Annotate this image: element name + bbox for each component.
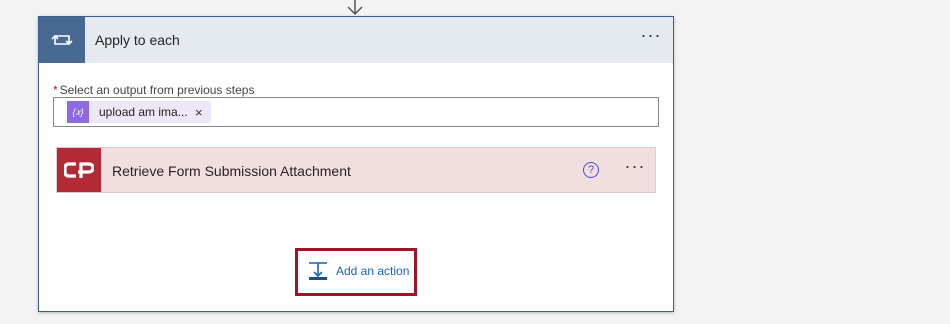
dynamic-content-token[interactable]: {𝑥} upload am ima... × xyxy=(67,101,211,123)
apply-to-each-header[interactable]: Apply to each ··· xyxy=(39,17,673,63)
output-select-input[interactable]: {𝑥} upload am ima... × xyxy=(53,97,659,127)
token-label: upload am ima... xyxy=(99,105,188,119)
remove-token-button[interactable]: × xyxy=(195,105,203,120)
expression-icon: {𝑥} xyxy=(67,101,89,123)
action-title: Retrieve Form Submission Attachment xyxy=(112,163,351,179)
retrieve-attachment-action-card[interactable]: Retrieve Form Submission Attachment ? ··… xyxy=(56,147,656,193)
cognito-forms-logo-icon xyxy=(57,148,101,192)
add-action-label: Add an action xyxy=(336,264,410,278)
required-marker: * xyxy=(53,83,58,97)
add-action-highlight-box: Add an action xyxy=(295,248,417,296)
output-field-label-text: Select an output from previous steps xyxy=(59,83,255,97)
help-icon[interactable]: ? xyxy=(583,162,599,178)
loop-more-options-button[interactable]: ··· xyxy=(637,26,665,51)
loop-icon xyxy=(39,17,85,63)
loop-title: Apply to each xyxy=(95,32,180,48)
add-action-icon xyxy=(309,262,327,280)
apply-to-each-card: Apply to each ··· * Select an output from… xyxy=(38,16,674,312)
output-field-label: * Select an output from previous steps xyxy=(53,83,254,97)
action-more-options-button[interactable]: ··· xyxy=(621,157,649,180)
connector-arrow-icon xyxy=(347,0,363,16)
add-action-button[interactable]: Add an action xyxy=(308,260,409,282)
